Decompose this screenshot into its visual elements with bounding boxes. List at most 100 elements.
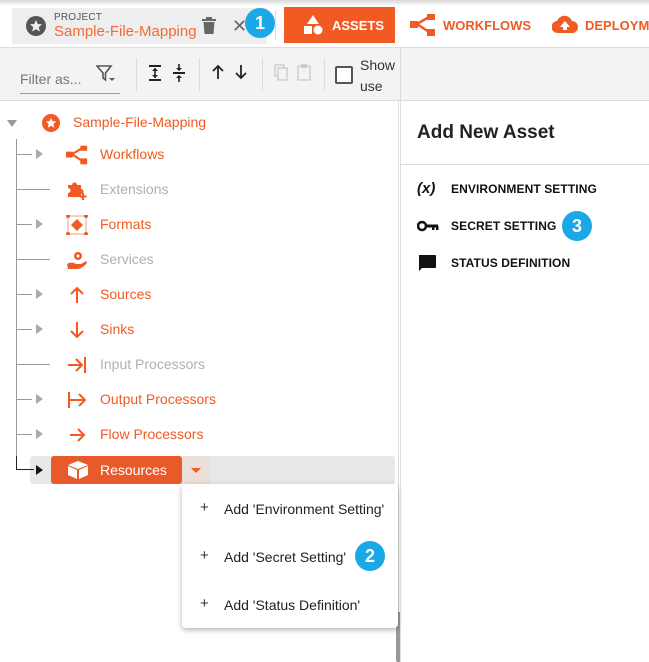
project-caption: PROJECT	[54, 12, 103, 23]
project-selector[interactable]: PROJECT Sample-File-Mapping ✕	[12, 8, 267, 44]
star-icon	[26, 16, 46, 36]
expand-toggle[interactable]	[36, 465, 43, 475]
arrow-right-icon	[66, 425, 88, 445]
key-icon	[416, 217, 439, 235]
tree-item-workflows[interactable]: Workflows	[0, 137, 400, 172]
tree-line	[16, 154, 32, 155]
step-badge-1: 1	[245, 8, 275, 38]
tree-item-formats[interactable]: Formats	[0, 207, 400, 242]
tree-line	[16, 294, 32, 295]
move-down-icon[interactable]	[234, 64, 248, 85]
arrow-up-icon	[66, 285, 88, 305]
filter-icon[interactable]	[95, 65, 116, 88]
collapse-all-icon[interactable]	[172, 64, 186, 87]
context-menu: + Add 'Environment Setting' + Add 'Secre…	[182, 484, 398, 628]
asset-option-environment-setting[interactable]: (x) ENVIRONMENT SETTING	[401, 174, 649, 204]
tree-item-label: Sources	[100, 286, 152, 302]
expand-toggle[interactable]	[36, 289, 43, 299]
move-up-icon[interactable]	[211, 64, 225, 85]
expand-toggle[interactable]	[36, 149, 43, 159]
project-star-icon	[42, 114, 60, 132]
variable-icon: (x)	[417, 180, 436, 197]
tree-item-services[interactable]: Services	[0, 242, 400, 277]
tree-item-label: Workflows	[100, 146, 165, 162]
tree-item-label: Flow Processors	[100, 426, 204, 442]
show-use-label: Show use	[360, 57, 396, 94]
expand-toggle[interactable]	[36, 394, 43, 404]
tree-item-input-processors[interactable]: Input Processors	[0, 347, 400, 382]
divider	[262, 58, 263, 91]
menu-item-add-status-definition[interactable]: + Add 'Status Definition'	[182, 584, 398, 624]
asset-option-secret-setting[interactable]: SECRET SETTING 3	[401, 211, 649, 241]
tree-item-output-processors[interactable]: Output Processors	[0, 382, 400, 417]
trash-icon[interactable]	[202, 17, 216, 39]
expand-toggle[interactable]	[36, 324, 43, 334]
tree-item-label: Output Processors	[100, 391, 216, 407]
format-icon	[66, 214, 88, 236]
project-name: Sample-File-Mapping	[54, 23, 197, 40]
caret-down-icon	[191, 468, 201, 473]
add-asset-panel: Add New Asset (x) ENVIRONMENT SETTING SE…	[400, 101, 649, 662]
plus-icon: +	[200, 547, 209, 564]
step-badge-2: 2	[355, 541, 385, 571]
panel-title: Add New Asset	[417, 122, 555, 143]
asset-option-label: STATUS DEFINITION	[451, 256, 571, 270]
comment-icon	[417, 254, 439, 272]
tree-item-label: Resources	[100, 462, 167, 478]
scrollbar-track	[398, 101, 399, 662]
tree-item-resources[interactable]: Resources	[51, 456, 182, 484]
collapse-toggle[interactable]	[7, 120, 17, 127]
tree-line	[16, 364, 50, 365]
tab-label: WORKFLOWS	[443, 18, 532, 33]
tree-item-label: Extensions	[100, 181, 169, 197]
tree-item-sources[interactable]: Sources	[0, 277, 400, 312]
tab-label: ASSETS	[332, 18, 385, 33]
tab-assets[interactable]: ASSETS	[284, 7, 395, 43]
divider	[401, 164, 649, 165]
tree-item-label: Sinks	[100, 321, 135, 337]
expand-toggle[interactable]	[36, 219, 43, 229]
menu-item-add-environment-setting[interactable]: + Add 'Environment Setting'	[182, 488, 398, 528]
tree-line	[16, 224, 32, 225]
tree-item-extensions[interactable]: Extensions	[0, 172, 400, 207]
paste-icon[interactable]	[297, 64, 311, 86]
tree-line	[16, 399, 32, 400]
cloud-upload-icon	[552, 15, 578, 34]
expand-all-icon[interactable]	[148, 64, 162, 87]
tree-item-label: Formats	[100, 216, 152, 232]
tree-item-sinks[interactable]: Sinks	[0, 312, 400, 347]
plus-icon: +	[200, 595, 209, 612]
asset-option-label: SECRET SETTING	[451, 219, 557, 233]
show-use-checkbox[interactable]	[335, 66, 353, 84]
tree-root-label[interactable]: Sample-File-Mapping	[73, 114, 206, 130]
asset-option-label: ENVIRONMENT SETTING	[451, 182, 597, 196]
input-processor-icon	[66, 355, 88, 375]
tree-toolbar: Show use	[0, 48, 400, 101]
tree-item-flow-processors[interactable]: Flow Processors	[0, 417, 400, 452]
top-shadow	[0, 0, 649, 6]
extension-icon	[66, 180, 88, 200]
workflow-icon	[410, 14, 435, 36]
divider	[199, 58, 200, 91]
tab-label: DEPLOYME	[585, 18, 649, 33]
resources-menu-button[interactable]	[182, 456, 210, 484]
menu-item-label: Add 'Secret Setting'	[224, 549, 347, 565]
service-icon	[66, 250, 88, 270]
divider	[324, 58, 325, 91]
tree-line	[16, 189, 50, 190]
tree-line	[16, 259, 50, 260]
asset-option-status-definition[interactable]: STATUS DEFINITION	[401, 248, 649, 278]
tree-line	[16, 329, 32, 330]
menu-item-label: Add 'Status Definition'	[224, 597, 361, 613]
top-bar: PROJECT Sample-File-Mapping ✕ 1 ASSETS W…	[0, 0, 649, 48]
arrow-down-icon	[66, 320, 88, 340]
tree-line	[16, 434, 32, 435]
shapes-icon	[304, 15, 323, 35]
divider	[136, 58, 137, 91]
copy-icon[interactable]	[274, 64, 288, 86]
tree-item-label: Input Processors	[100, 356, 206, 372]
divider	[275, 10, 276, 40]
expand-toggle[interactable]	[36, 429, 43, 439]
output-processor-icon	[66, 390, 88, 410]
menu-item-label: Add 'Environment Setting'	[224, 501, 385, 517]
